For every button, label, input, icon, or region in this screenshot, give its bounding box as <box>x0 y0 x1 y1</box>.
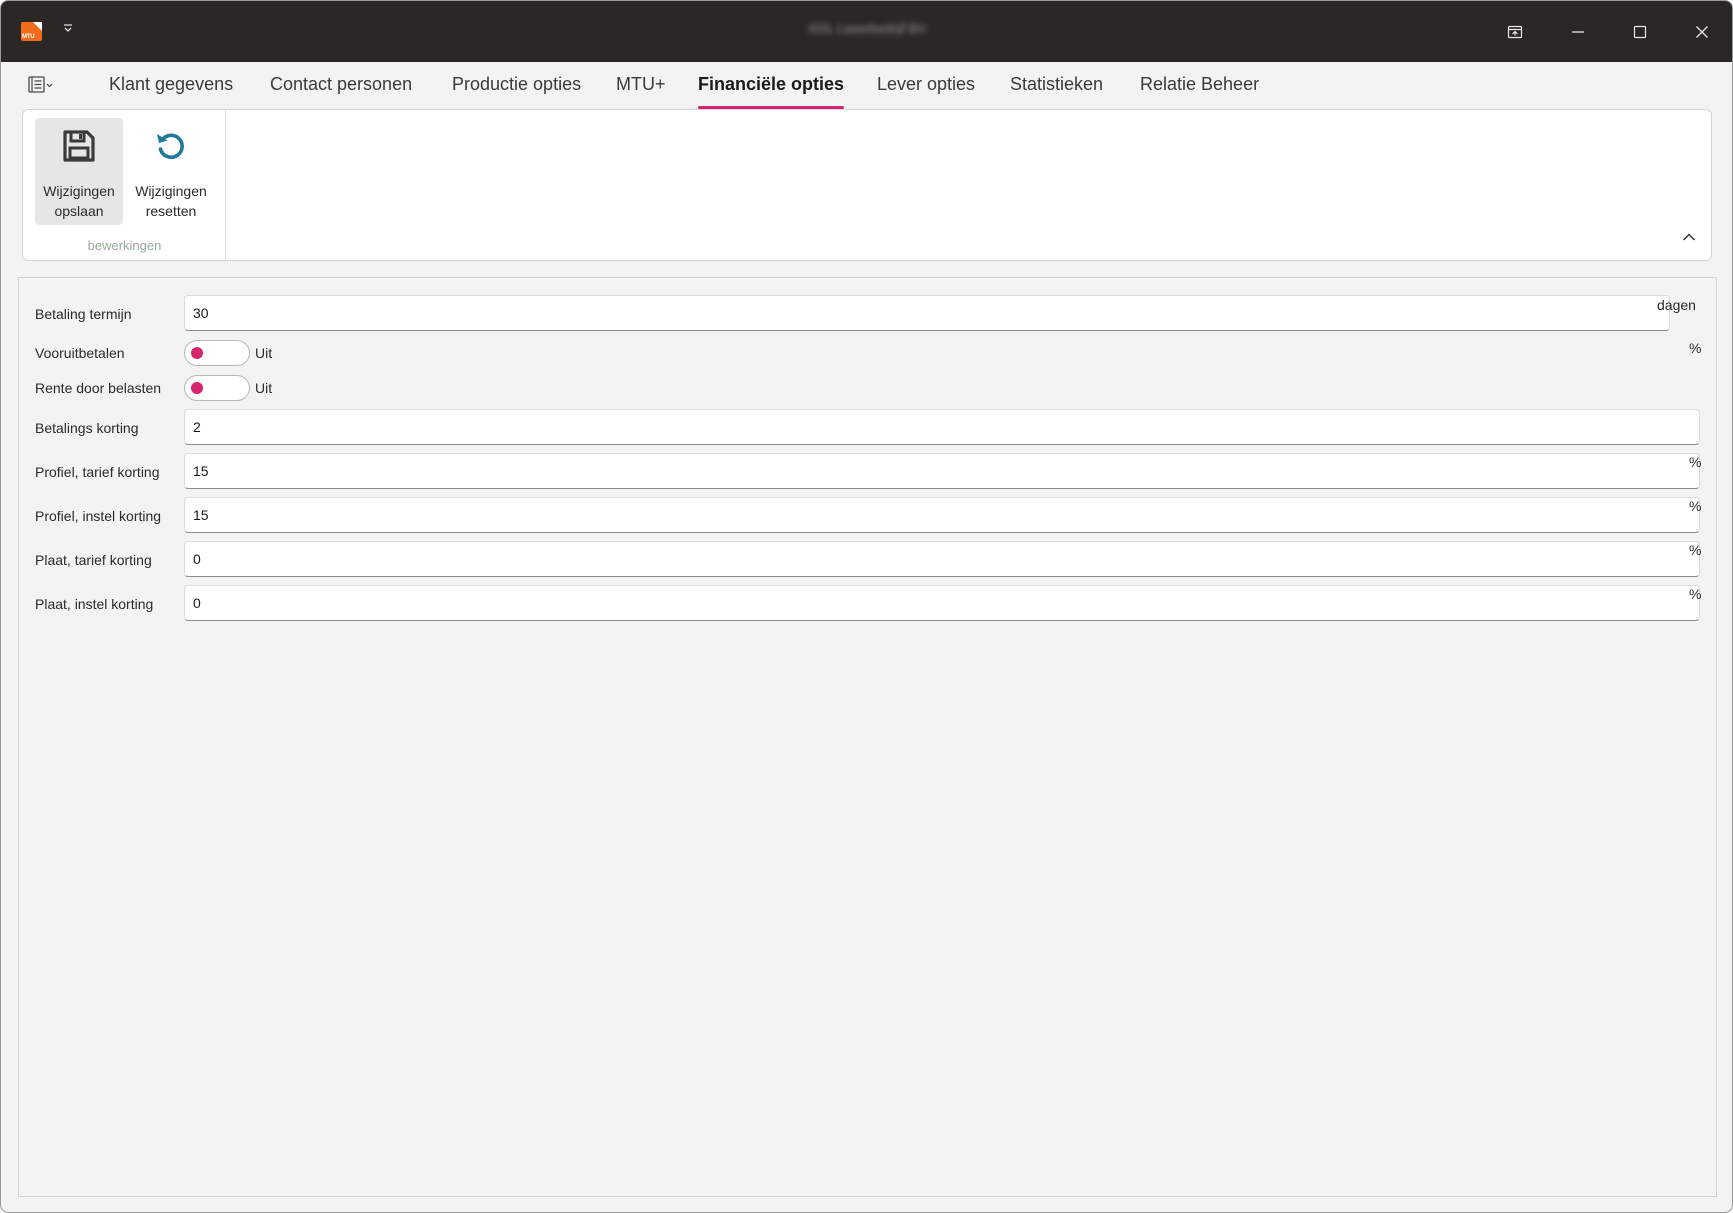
logo-notch <box>33 22 42 31</box>
reset-icon <box>157 133 184 160</box>
save-changes-label: Wijzigingen opslaan <box>35 181 123 221</box>
betaling-termijn-unit: dagen <box>1657 297 1696 313</box>
restore-panel-button[interactable] <box>1492 14 1538 50</box>
minimize-button[interactable] <box>1555 14 1601 50</box>
profiel-tarief-korting-input[interactable]: 15 <box>184 453 1700 489</box>
tab-mtu-plus[interactable]: MTU+ <box>616 74 666 104</box>
betalings-korting-input[interactable]: 2 <box>184 409 1700 445</box>
vooruitbetalen-state: Uit <box>255 345 273 361</box>
title-bar[interactable]: MTU KDL Laserbedrijf BV <box>1 1 1732 62</box>
app-menu-icon <box>28 76 53 93</box>
betaling-termijn-input[interactable]: 30 <box>184 295 1670 331</box>
ribbon-group-label: bewerkingen <box>87 238 162 253</box>
financial-options-form: Betaling termijn 30 dagen Vooruitbetalen… <box>18 277 1717 1197</box>
app-menu-button[interactable] <box>27 74 55 96</box>
profiel-tarief-korting-label: Profiel, tarief korting <box>35 464 160 480</box>
window-title: KDL Laserbedrijf BV <box>808 21 927 36</box>
tab-statistieken[interactable]: Statistieken <box>1010 74 1103 104</box>
tab-strip: Klant gegevens Contact personen Producti… <box>1 62 1732 109</box>
profiel-instel-korting-input[interactable]: 15 <box>184 497 1700 533</box>
plaat-tarief-korting-input[interactable]: 0 <box>184 541 1700 577</box>
ribbon-group-bewerkingen: Wijzigingen opslaan Wijzigingen resetten… <box>23 110 226 260</box>
plaat-tarief-korting-label: Plaat, tarief korting <box>35 552 152 568</box>
app-logo-icon: MTU <box>21 22 42 41</box>
minimize-icon <box>1572 31 1584 33</box>
vooruitbetalen-unit: % <box>1689 340 1702 356</box>
tab-contact-personen[interactable]: Contact personen <box>270 74 412 104</box>
toggle-knob <box>191 382 203 394</box>
app-window: MTU KDL Laserbedrijf BV Klant gegevens C… <box>0 0 1733 1213</box>
ribbon: Wijzigingen opslaan Wijzigingen resetten… <box>22 109 1712 261</box>
tab-productie-opties[interactable]: Productie opties <box>452 74 581 104</box>
betaling-termijn-label: Betaling termijn <box>35 306 132 322</box>
save-changes-button[interactable]: Wijzigingen opslaan <box>35 118 123 225</box>
plaat-instel-korting-input[interactable]: 0 <box>184 585 1700 621</box>
vooruitbetalen-toggle[interactable] <box>184 340 250 366</box>
reset-changes-label: Wijzigingen resetten <box>127 181 215 221</box>
save-label-line1: Wijzigingen <box>43 183 115 199</box>
tab-klant-gegevens[interactable]: Klant gegevens <box>109 74 233 104</box>
close-button[interactable] <box>1679 14 1725 50</box>
profiel-instel-korting-unit: % <box>1689 498 1702 514</box>
vooruitbetalen-label: Vooruitbetalen <box>35 345 125 361</box>
logo-text: MTU <box>22 34 35 40</box>
tab-relatie-beheer[interactable]: Relatie Beheer <box>1140 74 1259 104</box>
quick-access-dropdown-icon[interactable] <box>61 21 75 41</box>
profiel-instel-korting-label: Profiel, instel korting <box>35 508 162 524</box>
save-icon <box>63 130 95 162</box>
maximize-button[interactable] <box>1617 14 1663 50</box>
collapse-ribbon-button[interactable] <box>1679 227 1699 247</box>
maximize-icon <box>1633 25 1647 39</box>
profiel-tarief-korting-unit: % <box>1689 454 1702 470</box>
plaat-instel-korting-label: Plaat, instel korting <box>35 596 154 612</box>
plaat-tarief-korting-unit: % <box>1689 542 1702 558</box>
reset-changes-button[interactable]: Wijzigingen resetten <box>127 118 215 225</box>
chevron-up-icon <box>1682 233 1696 241</box>
toggle-knob <box>191 347 203 359</box>
betalings-korting-label: Betalings korting <box>35 420 139 436</box>
restore-panel-icon <box>1507 25 1523 39</box>
tab-financiele-opties[interactable]: Financiële opties <box>698 74 845 109</box>
close-icon <box>1696 26 1708 38</box>
rente-door-belasten-label: Rente door belasten <box>35 380 162 396</box>
reset-label-line1: Wijzigingen <box>135 183 207 199</box>
tab-lever-opties[interactable]: Lever opties <box>877 74 975 104</box>
rente-door-belasten-toggle[interactable] <box>184 375 250 401</box>
reset-label-line2: resetten <box>145 203 197 219</box>
rente-door-belasten-state: Uit <box>255 380 273 396</box>
plaat-instel-korting-unit: % <box>1689 586 1702 602</box>
save-label-line2: opslaan <box>54 203 104 219</box>
